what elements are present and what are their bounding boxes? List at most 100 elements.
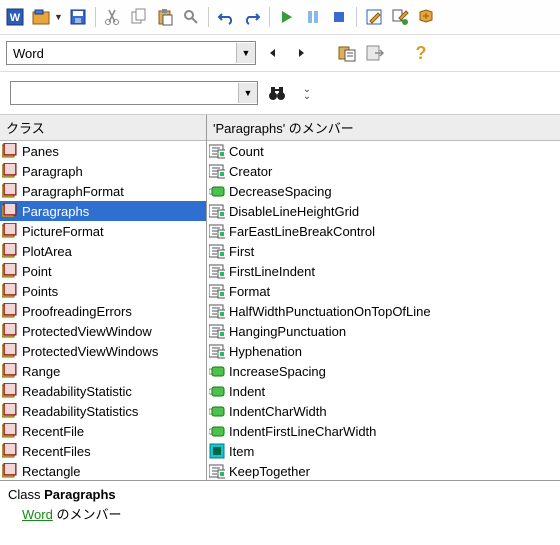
library-row: Word ▼ ? xyxy=(0,35,560,72)
class-item[interactable]: ReadabilityStatistics xyxy=(0,401,206,421)
class-item[interactable]: Point xyxy=(0,261,206,281)
classes-list[interactable]: PanesParagraphParagraphFormatParagraphsP… xyxy=(0,141,206,480)
class-icon xyxy=(2,143,18,159)
toolbox-icon[interactable] xyxy=(415,6,437,28)
members-list[interactable]: Count Creator DecreaseSpacing DisableLineHe… xyxy=(207,141,560,480)
view-definition-icon[interactable] xyxy=(364,42,386,64)
member-item[interactable]: IndentFirstLineCharWidth xyxy=(207,421,560,441)
member-item[interactable]: First xyxy=(207,241,560,261)
class-item[interactable]: RecentFiles xyxy=(0,441,206,461)
details-line2: Word のメンバー xyxy=(8,504,552,523)
class-item[interactable]: Paragraph xyxy=(0,161,206,181)
member-item[interactable]: Creator xyxy=(207,161,560,181)
stop-icon[interactable] xyxy=(328,6,350,28)
class-icon xyxy=(2,203,18,219)
class-item[interactable]: PictureFormat xyxy=(0,221,206,241)
member-item[interactable]: DecreaseSpacing xyxy=(207,181,560,201)
member-item[interactable]: Count xyxy=(207,141,560,161)
item-label: Range xyxy=(22,364,60,379)
class-item[interactable]: Points xyxy=(0,281,206,301)
cut-icon[interactable] xyxy=(102,6,124,28)
chevron-down-icon[interactable]: ▼ xyxy=(236,43,255,63)
member-item[interactable]: Item xyxy=(207,441,560,461)
prop-icon xyxy=(209,463,225,479)
project-dropdown-icon[interactable]: ▼ xyxy=(54,12,63,22)
binoculars-icon[interactable] xyxy=(266,82,288,104)
item-label: ParagraphFormat xyxy=(22,184,124,199)
item-label: Hyphenation xyxy=(229,344,302,359)
member-item[interactable]: FirstLineIndent xyxy=(207,261,560,281)
class-icon xyxy=(2,423,18,439)
member-item[interactable]: Indent xyxy=(207,381,560,401)
prop-icon xyxy=(209,263,225,279)
prop-icon xyxy=(209,143,225,159)
member-item[interactable]: FarEastLineBreakControl xyxy=(207,221,560,241)
design-mode-icon[interactable] xyxy=(363,6,385,28)
item-label: Rectangle xyxy=(22,464,81,479)
main-toolbar: W ▼ xyxy=(0,0,560,35)
class-icon xyxy=(2,363,18,379)
details-pane: Class Paragraphs Word のメンバー xyxy=(0,481,560,545)
member-item[interactable]: Hyphenation xyxy=(207,341,560,361)
library-combo-value: Word xyxy=(7,46,236,61)
item-label: IndentFirstLineCharWidth xyxy=(229,424,376,439)
class-icon xyxy=(2,283,18,299)
class-item[interactable]: PlotArea xyxy=(0,241,206,261)
paste-icon[interactable] xyxy=(154,6,176,28)
item-label: Panes xyxy=(22,144,59,159)
copy-icon[interactable] xyxy=(128,6,150,28)
class-item[interactable]: Range xyxy=(0,361,206,381)
prop-icon xyxy=(209,283,225,299)
member-item[interactable]: KeepTogether xyxy=(207,461,560,480)
class-icon xyxy=(2,343,18,359)
class-item[interactable]: ParagraphFormat xyxy=(0,181,206,201)
class-item[interactable]: Rectangle xyxy=(0,461,206,480)
save-icon[interactable] xyxy=(67,6,89,28)
undo-icon[interactable] xyxy=(215,6,237,28)
prop-icon xyxy=(209,323,225,339)
search-combo[interactable]: ▼ xyxy=(10,81,258,105)
nav-back-icon[interactable] xyxy=(262,42,284,64)
member-item[interactable]: Format xyxy=(207,281,560,301)
expand-search-icon[interactable]: ⌄⌄ xyxy=(296,82,318,104)
class-item[interactable]: RecentFile xyxy=(0,421,206,441)
class-icon xyxy=(2,403,18,419)
find-icon[interactable] xyxy=(180,6,202,28)
copy-to-clipboard-icon[interactable] xyxy=(336,42,358,64)
properties-icon[interactable] xyxy=(389,6,411,28)
method-icon xyxy=(209,183,225,199)
item-label: Creator xyxy=(229,164,272,179)
run-icon[interactable] xyxy=(276,6,298,28)
pause-icon[interactable] xyxy=(302,6,324,28)
details-library-link[interactable]: Word xyxy=(22,507,53,522)
help-icon[interactable]: ? xyxy=(410,42,432,64)
member-item[interactable]: HangingPunctuation xyxy=(207,321,560,341)
library-combo[interactable]: Word ▼ xyxy=(6,41,256,65)
item-label: IncreaseSpacing xyxy=(229,364,326,379)
class-icon xyxy=(2,323,18,339)
classes-header: クラス xyxy=(0,115,206,141)
member-item[interactable]: HalfWidthPunctuationOnTopOfLine xyxy=(207,301,560,321)
prop-icon xyxy=(209,303,225,319)
project-icon[interactable] xyxy=(30,6,52,28)
class-item[interactable]: ProtectedViewWindows xyxy=(0,341,206,361)
nav-forward-icon[interactable] xyxy=(290,42,312,64)
class-item[interactable]: ProtectedViewWindow xyxy=(0,321,206,341)
member-item[interactable]: DisableLineHeightGrid xyxy=(207,201,560,221)
svg-text:?: ? xyxy=(416,44,427,62)
item-label: Point xyxy=(22,264,52,279)
class-item[interactable]: Paragraphs xyxy=(0,201,206,221)
member-item[interactable]: IncreaseSpacing xyxy=(207,361,560,381)
class-item[interactable]: Panes xyxy=(0,141,206,161)
class-icon xyxy=(2,463,18,479)
redo-icon[interactable] xyxy=(241,6,263,28)
item-label: DisableLineHeightGrid xyxy=(229,204,359,219)
class-item[interactable]: ReadabilityStatistic xyxy=(0,381,206,401)
class-item[interactable]: ProofreadingErrors xyxy=(0,301,206,321)
chevron-down-icon[interactable]: ▼ xyxy=(238,83,257,103)
item-label: DecreaseSpacing xyxy=(229,184,332,199)
word-app-icon[interactable]: W xyxy=(4,6,26,28)
member-item[interactable]: IndentCharWidth xyxy=(207,401,560,421)
splitter: クラス Panes Paragraph ParagraphFormat Paragra… xyxy=(0,115,560,481)
members-pane: 'Paragraphs' のメンバー CountCreatorDecreaseS… xyxy=(207,115,560,480)
